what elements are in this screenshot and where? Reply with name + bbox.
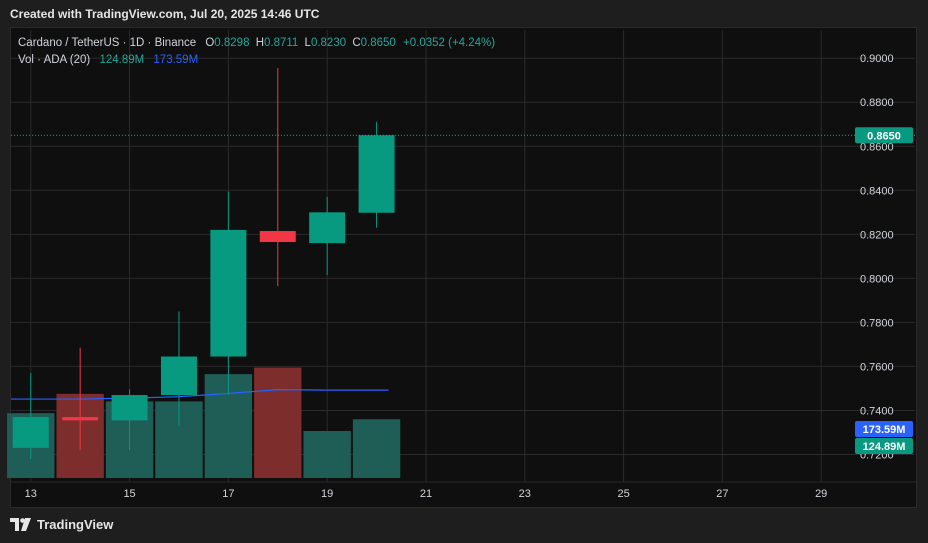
time-tick-label: 17 (222, 488, 234, 500)
candle-body (309, 212, 346, 244)
time-tick-label: 25 (617, 488, 629, 500)
volume-bar (303, 431, 351, 478)
tradingview-logo[interactable]: TradingView (10, 517, 113, 532)
price-axis: 0.90000.88000.86000.84000.82000.80000.78… (860, 53, 894, 461)
candle-body (358, 135, 395, 213)
price-tick-label: 0.8400 (860, 185, 894, 197)
volume-ma-badge: 173.59M (863, 424, 906, 436)
price-tick-label: 0.8800 (860, 97, 894, 109)
price-tick-label: 0.7600 (860, 361, 894, 373)
chart-legend: Cardano / TetherUS · 1D · Binance O0.829… (18, 35, 495, 69)
time-axis: 13 15 17 19 21 23 25 27 29 (25, 488, 828, 500)
price-tick-label: 0.9000 (860, 53, 894, 65)
price-tick-label: 0.8000 (860, 273, 894, 285)
high-value: 0.8711 (264, 37, 299, 49)
symbol-name[interactable]: Cardano / TetherUS · 1D · Binance (18, 37, 196, 49)
time-tick-label: 21 (420, 488, 432, 500)
brand-name: TradingView (37, 517, 114, 532)
legend-ohlc-row: Cardano / TetherUS · 1D · Binance O0.829… (18, 35, 495, 52)
price-tick-label: 0.7400 (860, 405, 894, 417)
last-price-badge: 0.8650 (867, 130, 901, 142)
open-value: 0.8298 (214, 37, 250, 49)
low-value: 0.8230 (310, 37, 347, 49)
tradingview-logo-icon (10, 518, 31, 531)
legend-volume-row: Vol · ADA (20) 124.89M 173.59M (18, 52, 495, 69)
price-tick-label: 0.7800 (860, 317, 894, 329)
volume-bar (254, 367, 302, 478)
volume-value: 124.89M (99, 54, 145, 66)
open-label: O (205, 37, 215, 49)
volume-bars (7, 367, 401, 478)
candle-body (12, 417, 49, 448)
price-chart[interactable]: 0.90000.88000.86000.84000.82000.80000.78… (0, 0, 928, 543)
candle-body (160, 356, 197, 396)
volume-badge: 124.89M (863, 441, 906, 453)
time-tick-label: 13 (25, 488, 37, 500)
volume-bar (352, 419, 401, 478)
time-tick-label: 23 (519, 488, 531, 500)
high-label: H (255, 37, 264, 49)
volume-indicator-name[interactable]: Vol · ADA (20) (18, 54, 90, 66)
candle-body (259, 231, 296, 243)
time-tick-label: 15 (123, 488, 135, 500)
candle-body (210, 229, 247, 357)
time-tick-label: 27 (716, 488, 728, 500)
close-label: C (352, 37, 361, 49)
price-tick-label: 0.8200 (860, 229, 894, 241)
change-value: +0.0352 (+4.24%) (403, 37, 496, 49)
candle-body (111, 395, 148, 421)
close-value: 0.8650 (360, 37, 396, 49)
time-tick-label: 19 (321, 488, 333, 500)
time-tick-label: 29 (815, 488, 827, 500)
volume-ma-value: 173.59M (153, 54, 199, 66)
candle-body (62, 417, 99, 421)
